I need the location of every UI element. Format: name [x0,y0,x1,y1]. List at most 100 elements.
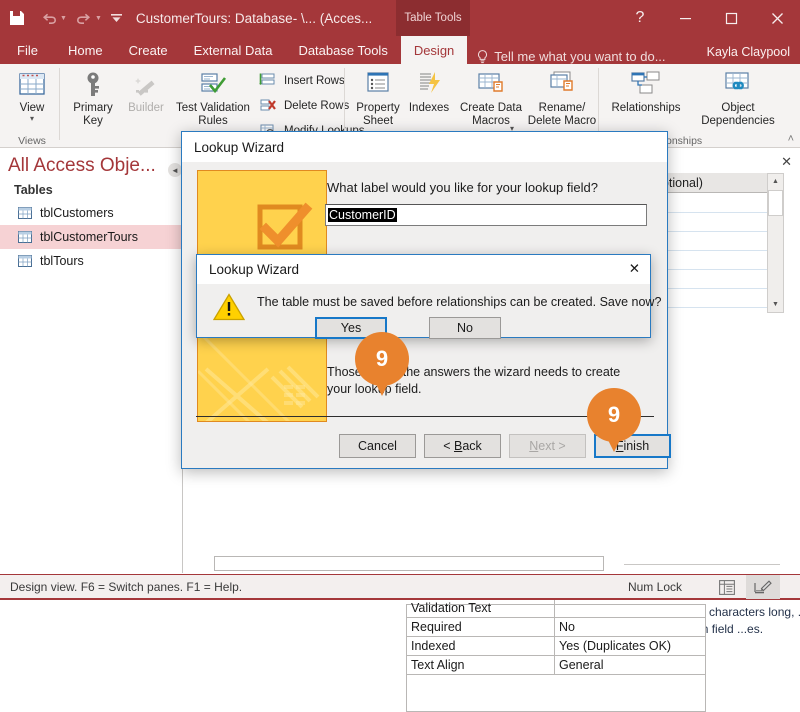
property-name: Required [407,618,555,636]
lookup-label-input[interactable]: CustomerID [325,204,647,226]
group-label-views: Views [18,135,46,147]
group-separator [344,68,345,140]
tell-me-label: Tell me what you want to do... [494,49,666,64]
view-table-icon [17,68,47,102]
bottom-inputs [184,555,800,573]
rename-delete-macro-button[interactable]: Rename/ Delete Macro [527,64,597,128]
tab-database-tools[interactable]: Database Tools [285,36,400,64]
datasheet-view-icon [719,579,735,595]
collapse-ribbon-icon[interactable]: ˄ [788,133,794,145]
design-view-button[interactable] [746,575,780,599]
nav-group-tables: Tables [14,183,53,197]
indexes-label: Indexes [408,102,450,114]
datasheet-view-button[interactable] [710,575,744,599]
minimize-button[interactable] [662,0,708,36]
window-title: CustomerTours: Database- \... (Acces... [135,10,373,26]
user-name[interactable]: Kayla Claypool [707,45,790,59]
tab-create[interactable]: Create [116,36,181,64]
vertical-scrollbar[interactable]: ▲ ▼ [767,173,784,313]
group-separator [59,68,60,140]
create-data-macros-button[interactable]: Create Data Macros [457,64,525,128]
property-row[interactable]: Indexed Yes (Duplicates OK) [407,637,705,656]
tell-me-box[interactable]: Tell me what you want to do... [477,49,666,64]
save-confirmation-dialog: Lookup Wizard ✕ The table must be saved … [196,254,661,339]
property-row[interactable]: Required No [407,618,705,637]
scrollbar-thumb[interactable] [768,190,783,216]
property-row[interactable]: Validation Text [407,599,705,618]
nav-item-tblcustomertours[interactable]: tblCustomerTours [0,225,183,249]
back-button[interactable]: < Back [424,434,501,458]
view-button[interactable]: View ▾ [4,64,60,124]
save-icon[interactable] [0,0,34,36]
property-value[interactable]: General [555,656,705,674]
property-row[interactable]: Text Align General [407,656,705,675]
undo-dropdown-icon[interactable]: ▼ [60,15,67,22]
tab-external-data[interactable]: External Data [181,36,286,64]
primary-key-button[interactable]: Primary Key [68,64,118,128]
nav-item-label: tblTours [40,254,84,268]
contextual-tab-group-label: Table Tools [396,0,470,36]
object-dependencies-icon [722,68,754,102]
callout-number: 9 [355,332,409,386]
tab-home[interactable]: Home [55,36,116,64]
num-lock-indicator: Num Lock [627,579,682,594]
property-name: Validation Text [407,599,555,617]
close-document-icon[interactable]: ✕ [781,154,792,170]
nav-item-tblcustomers[interactable]: tblCustomers [0,201,183,225]
maximize-button[interactable] [708,0,754,36]
chevron-circle-icon[interactable]: ◄ [168,163,182,177]
field-properties-grid: Validation Text Required No Indexed Yes … [406,599,706,712]
property-value[interactable] [555,599,705,617]
callout-marker-finish: 9 [587,388,641,452]
wizard-title: Lookup Wizard [194,139,285,155]
message-title-bar: Lookup Wizard ✕ [197,255,650,284]
builder-label: Builder [128,102,164,114]
create-data-macros-icon [475,68,507,102]
table-icon [18,231,32,243]
builder-button: Builder [120,64,172,115]
nav-item-tbltours[interactable]: tblTours [0,249,183,273]
wizard-title-bar: Lookup Wizard [182,132,667,162]
delete-rows-label: Delete Rows [284,99,350,112]
scroll-up-button[interactable]: ▲ [768,174,783,189]
message-text: The table must be saved before relations… [257,295,662,309]
help-button[interactable]: ? [618,0,662,36]
tab-design[interactable]: Design [400,36,468,64]
key-icon [80,68,106,102]
object-dependencies-button[interactable]: Object Dependencies [693,64,783,128]
bottom-input-field[interactable] [214,556,604,571]
test-validation-rules-button[interactable]: Test Validation Rules [174,64,252,128]
property-name: Indexed [407,637,555,655]
property-sheet-label: Property Sheet [356,102,400,127]
close-icon[interactable]: ✕ [629,261,640,277]
insert-rows-icon [258,71,278,91]
wizard-footer-divider [196,416,654,417]
scroll-down-button[interactable]: ▼ [768,297,783,312]
property-sheet-button[interactable]: Property Sheet [351,64,405,128]
cancel-button[interactable]: Cancel [339,434,416,458]
message-title: Lookup Wizard [209,262,300,277]
no-button[interactable]: No [429,317,501,339]
nav-item-label: tblCustomers [40,206,114,220]
indexes-button[interactable]: Indexes [405,64,453,115]
group-separator [598,68,599,140]
chevron-down-icon[interactable]: ▾ [30,114,34,124]
view-label: View [19,102,45,114]
callout-marker-yes: 9 [355,332,409,396]
nav-item-label: tblCustomerTours [40,230,138,244]
test-validation-rules-label: Test Validation Rules [176,102,250,127]
warning-triangle-icon [212,293,246,326]
table-icon [18,207,32,219]
nav-pane-title: All Access Obje... [8,155,156,176]
callout-number: 9 [587,388,641,442]
customize-quick-access-icon[interactable] [104,0,130,36]
close-button[interactable] [754,0,800,36]
relationships-button[interactable]: Relationships [605,64,687,115]
property-value[interactable]: Yes (Duplicates OK) [555,637,705,655]
redo-dropdown-icon[interactable]: ▼ [95,15,102,22]
property-value[interactable]: No [555,618,705,636]
tab-file[interactable]: File [0,36,55,64]
ribbon-tab-bar: File Home Create External Data Database … [0,36,800,64]
callout-tail [374,380,390,396]
bottom-divider [624,564,780,567]
